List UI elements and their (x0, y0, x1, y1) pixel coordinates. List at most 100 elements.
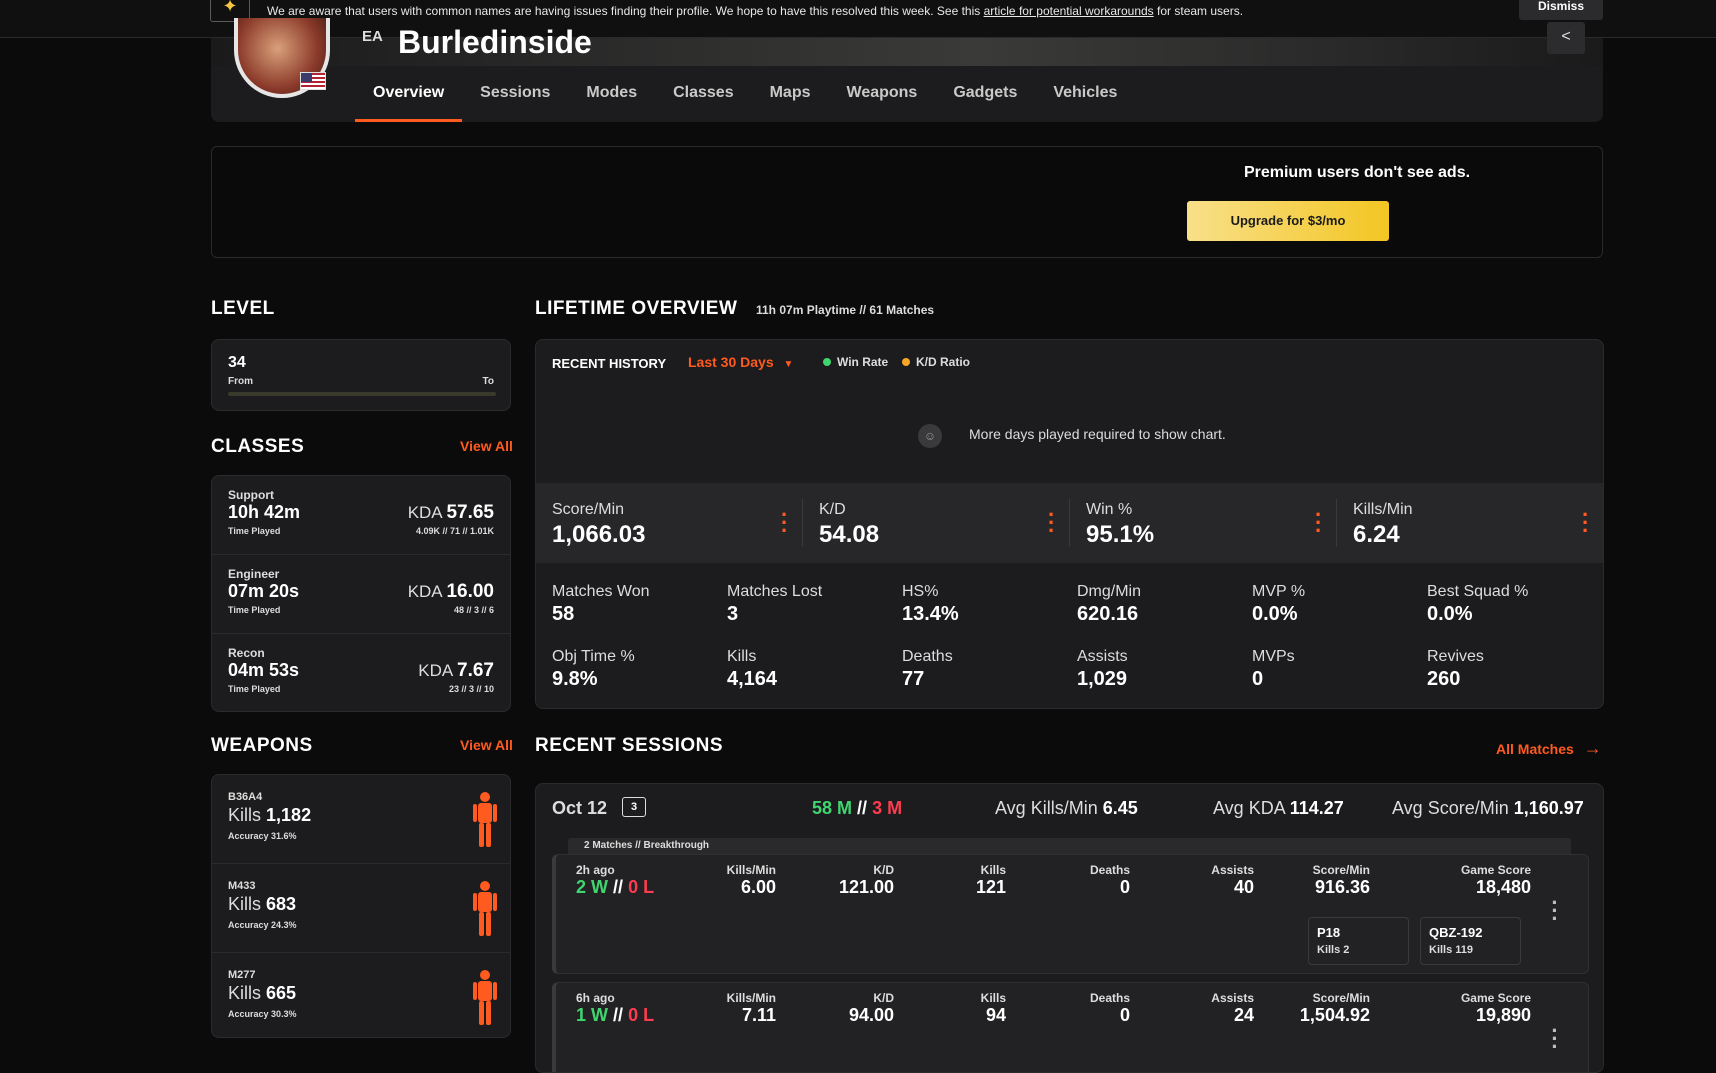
kills-value: 1,182 (266, 805, 312, 825)
stat-label: Score/Min (552, 501, 625, 518)
col-value: 0 (1119, 1005, 1130, 1025)
tab-sessions[interactable]: Sessions (462, 82, 568, 122)
stat-value: 9.8% (552, 668, 598, 690)
avg-label: Avg KDA (1213, 798, 1285, 818)
stat-label: Dmg/Min (1077, 583, 1142, 600)
weapon-row[interactable]: M277 Kills 665 Accuracy 30.3% (212, 953, 510, 1042)
match-kills: Kills 94 (981, 991, 1006, 1026)
match-deaths: Deaths 0 (1090, 991, 1130, 1026)
tab-classes[interactable]: Classes (655, 82, 752, 122)
col-label: Kills/Min (726, 991, 776, 1005)
weapon-row[interactable]: M433 Kills 683 Accuracy 24.3% (212, 864, 510, 953)
class-kda: KDA 7.67 (418, 660, 494, 682)
classes-title: CLASSES (211, 436, 305, 457)
tab-weapons[interactable]: Weapons (829, 82, 936, 122)
session-wins: 58 M (812, 798, 853, 818)
kda-value: 16.00 (446, 581, 494, 602)
match-kills-min: Kills/Min 7.11 (727, 991, 776, 1026)
tab-vehicles[interactable]: Vehicles (1035, 82, 1135, 122)
class-time-label: Time Played (228, 605, 281, 615)
match-win-loss: 2 W // 0 L (576, 877, 654, 898)
stat-label: Deaths (902, 648, 953, 665)
col-value: 7.11 (741, 1005, 776, 1025)
arrow-right-icon: → (1583, 738, 1602, 758)
stat-value: 620.16 (1077, 603, 1139, 625)
us-flag-icon (300, 72, 326, 90)
weapon-chip-name: QBZ-192 (1429, 925, 1483, 940)
avg-label: Avg Kills/Min (995, 798, 1098, 818)
stat-value: 0 (1252, 668, 1264, 690)
stat-label: Best Squad % (1427, 583, 1529, 600)
weapon-row[interactable]: B36A4 Kills 1,182 Accuracy 31.6% (212, 775, 510, 864)
avg-kda: Avg KDA 114.27 (1213, 798, 1344, 819)
stat-label: MVPs (1252, 648, 1295, 665)
stat-label: Revives (1427, 648, 1484, 665)
class-row-recon[interactable]: Recon 04m 53s Time Played KDA 7.67 23 //… (212, 634, 510, 713)
class-kda: KDA 16.00 (408, 581, 494, 603)
col-value: 6.00 (740, 877, 776, 897)
match-losses: 0 L (628, 877, 655, 897)
range-select[interactable]: Last 30 Days ▼ (688, 354, 793, 370)
upgrade-button[interactable]: Upgrade for $3/mo (1187, 201, 1389, 241)
weapon-chip[interactable]: QBZ-192 Kills 119 (1420, 917, 1521, 965)
match-row[interactable]: 2h ago 2 W // 0 L Kills/Min 6.00 K/D 121.0… (552, 854, 1589, 974)
classes-view-all-link[interactable]: View All (460, 438, 513, 454)
class-time-played: 10h 42m (228, 502, 301, 522)
col-value: 40 (1233, 877, 1254, 897)
dismiss-button[interactable]: Dismiss (1519, 0, 1603, 20)
col-label: Game Score (1460, 991, 1531, 1005)
match-losses: 0 L (628, 1005, 655, 1025)
level-progress-bar (228, 392, 496, 396)
stat-label: MVP % (1252, 583, 1306, 600)
match-time-ago: 2h ago (576, 863, 615, 877)
stat-label: HS% (902, 583, 939, 600)
col-value: 19,890 (1475, 1005, 1531, 1025)
class-row-support[interactable]: Support 10h 42m Time Played KDA 57.65 4.… (212, 476, 510, 555)
stat-value: 95.1% (1086, 521, 1155, 548)
class-row-engineer[interactable]: Engineer 07m 20s Time Played KDA 16.00 4… (212, 555, 510, 634)
class-kda-breakdown: 4.09K // 71 // 1.01K (415, 526, 494, 536)
tab-overview[interactable]: Overview (355, 82, 463, 122)
ghost-icon: ☺ (918, 424, 942, 448)
stat-label: K/D (819, 501, 846, 518)
stat-label: Matches Lost (727, 583, 823, 600)
weapons-card: B36A4 Kills 1,182 Accuracy 31.6% M433 Ki… (211, 774, 511, 1038)
match-sep: // (613, 1005, 624, 1025)
share-button[interactable]: < (1547, 22, 1585, 54)
avg-label: Avg Score/Min (1392, 798, 1509, 818)
tab-modes[interactable]: Modes (568, 82, 655, 122)
grid-stat: Revives 260 (1427, 648, 1602, 691)
more-options-icon[interactable]: · · · (1582, 504, 1589, 542)
banner-text-end: for steam users. (1153, 4, 1244, 18)
classes-card: Support 10h 42m Time Played KDA 57.65 4.… (211, 475, 511, 712)
stat-value: 3 (727, 603, 739, 625)
weapon-chip[interactable]: P18 Kills 2 (1308, 917, 1409, 965)
more-options-icon[interactable]: · · · (781, 504, 788, 542)
stat-kd: K/D 54.08 · · · (803, 483, 1070, 563)
legend-label: K/D Ratio (916, 355, 970, 369)
tab-gadgets[interactable]: Gadgets (935, 82, 1035, 122)
match-more-options-icon[interactable]: · · · (1551, 1020, 1559, 1058)
tab-maps[interactable]: Maps (752, 82, 829, 122)
level-to-label: To (482, 376, 494, 387)
match-more-options-icon[interactable]: · · · (1551, 892, 1559, 930)
more-options-icon[interactable]: · · · (1315, 504, 1322, 542)
weapons-view-all-link[interactable]: View All (460, 737, 513, 753)
match-wins: 2 W (576, 877, 609, 897)
match-row[interactable]: 6h ago 1 W // 0 L Kills/Min 7.11 K/D 94.00… (552, 982, 1589, 1072)
col-value: 1,504.92 (1299, 1005, 1370, 1025)
avg-value: 6.45 (1102, 798, 1138, 818)
weapon-kills: Kills 665 (228, 983, 296, 1004)
class-name: Support (228, 488, 274, 502)
legend-label: Win Rate (837, 355, 889, 369)
all-matches-link[interactable]: All Matches → (1496, 738, 1602, 759)
col-label: K/D (873, 991, 894, 1005)
grid-stat: Matches Lost 3 (727, 583, 902, 626)
recent-sessions-title: RECENT SESSIONS (535, 735, 724, 756)
weapon-chip-name: P18 (1317, 925, 1341, 940)
more-options-icon[interactable]: · · · (1048, 504, 1055, 542)
workarounds-link[interactable]: article for potential workarounds (984, 4, 1154, 18)
hit-body-figure-icon (473, 792, 497, 847)
col-value: 121 (975, 877, 1006, 897)
legend-win-rate: Win Rate (823, 355, 888, 369)
